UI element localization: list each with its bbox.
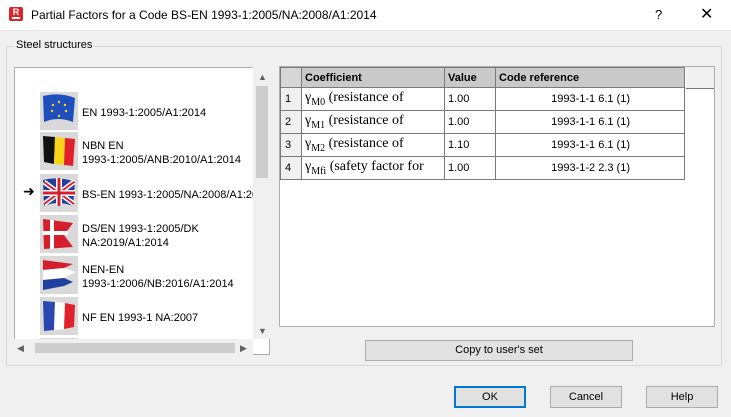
coefficient-cell: γMfi (safety factor for	[301, 156, 445, 180]
ok-button[interactable]: OK	[454, 386, 526, 408]
row-number: 1	[280, 87, 302, 111]
list-item[interactable]: EN 1993-1:2005/A1:2014	[15, 92, 255, 132]
code-label: NBN EN 1993-1:2005/ANB:2010/A1:2014	[82, 140, 242, 166]
denmark-flag-icon	[40, 215, 78, 253]
grid-header-filler	[686, 67, 714, 89]
cancel-button[interactable]: Cancel	[550, 386, 622, 408]
coefficient-column-header[interactable]: Coefficient	[301, 67, 445, 88]
title-bar: R Partial Factors for a Code BS-EN 1993-…	[0, 0, 731, 31]
table-row[interactable]: 1 γM0 (resistance of 1.00 1993-1-1 6.1 (…	[280, 87, 685, 111]
uk-flag-icon	[40, 174, 78, 212]
value-column-header[interactable]: Value	[444, 67, 496, 88]
copy-to-user-set-button[interactable]: Copy to user's set	[365, 340, 633, 361]
help-button[interactable]: Help	[646, 386, 718, 408]
code-label: BS-EN 1993-1:2005/NA:2008/A1:20	[82, 189, 259, 201]
table-row[interactable]: 4 γMfi (safety factor for 1.00 1993-1-2 …	[280, 156, 685, 180]
row-number: 3	[280, 133, 302, 157]
scroll-up-icon[interactable]: ▲	[258, 72, 267, 82]
table-row[interactable]: 3 γM2 (resistance of 1.10 1993-1-1 6.1 (…	[280, 133, 685, 157]
corner-cell	[280, 67, 302, 88]
value-cell[interactable]: 1.00	[444, 110, 496, 134]
reference-cell: 1993-1-2 2.3 (1)	[495, 156, 685, 180]
code-label: NEN-EN 1993-1:2006/NB:2016/A1:2014	[82, 264, 234, 290]
help-title-button[interactable]: ?	[655, 7, 662, 22]
code-label: EN 1993-1:2005/A1:2014	[82, 107, 207, 119]
list-horizontal-scroll-thumb[interactable]	[35, 343, 235, 353]
window-title: Partial Factors for a Code BS-EN 1993-1:…	[31, 8, 377, 22]
france-flag-icon	[40, 297, 78, 335]
eu-flag-icon	[40, 92, 78, 130]
belgium-flag-icon	[40, 132, 78, 170]
scroll-down-icon[interactable]: ▼	[258, 326, 267, 336]
value-cell[interactable]: 1.00	[444, 156, 496, 180]
table-header-row: Coefficient Value Code reference	[280, 67, 685, 88]
reference-cell: 1993-1-1 6.1 (1)	[495, 87, 685, 111]
code-label: DS/EN 1993-1:2005/DK NA:2019/A1:2014	[82, 223, 199, 249]
reference-cell: 1993-1-1 6.1 (1)	[495, 133, 685, 157]
group-label: Steel structures	[14, 39, 95, 51]
list-item[interactable]: NF EN 1993-1 NA:2007	[15, 297, 255, 337]
code-label: NF EN 1993-1 NA:2007	[82, 312, 199, 324]
value-cell[interactable]: 1.10	[444, 133, 496, 157]
code-list[interactable]: EN 1993-1:2005/A1:2014 NBN EN 1993-1:2005…	[14, 67, 270, 355]
row-number: 2	[280, 110, 302, 134]
close-button[interactable]: ✕	[700, 4, 713, 24]
table-row[interactable]: 2 γM1 (resistance of 1.00 1993-1-1 6.1 (…	[280, 110, 685, 134]
value-cell[interactable]: 1.00	[444, 87, 496, 111]
scroll-right-icon[interactable]: ▶	[240, 343, 247, 354]
scroll-left-icon[interactable]: ◀	[17, 343, 24, 354]
list-item[interactable]: NEN-EN 1993-1:2006/NB:2016/A1:2014	[15, 256, 255, 296]
code-reference-column-header[interactable]: Code reference	[495, 67, 685, 88]
list-vertical-scroll-thumb[interactable]	[256, 86, 268, 178]
coefficient-table: Coefficient Value Code reference 1 γM0 (…	[280, 67, 685, 180]
app-logo-icon: R	[9, 7, 23, 21]
list-item-selected[interactable]: BS-EN 1993-1:2005/NA:2008/A1:20	[15, 174, 259, 214]
list-item[interactable]: DS/EN 1993-1:2005/DK NA:2019/A1:2014	[15, 215, 255, 255]
list-item[interactable]: NBN EN 1993-1:2005/ANB:2010/A1:2014	[15, 132, 255, 172]
row-number: 4	[280, 156, 302, 180]
netherlands-flag-icon	[40, 256, 78, 294]
coefficient-cell: γM1 (resistance of	[301, 110, 445, 134]
coefficient-cell: γM2 (resistance of	[301, 133, 445, 157]
coefficient-cell: γM0 (resistance of	[301, 87, 445, 111]
reference-cell: 1993-1-1 6.1 (1)	[495, 110, 685, 134]
